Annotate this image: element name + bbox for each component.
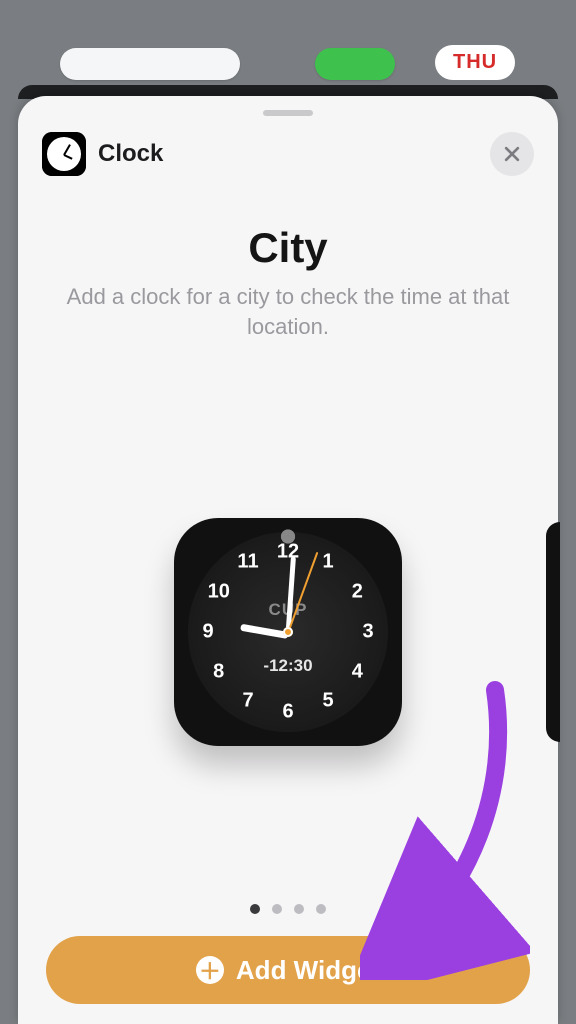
sheet-header: Clock: [18, 116, 558, 184]
home-pill-left: [60, 48, 240, 80]
page-dots[interactable]: [250, 904, 326, 914]
clock-numeral: 6: [274, 700, 302, 723]
clock-numeral: 5: [314, 689, 342, 712]
widget-carousel[interactable]: CUP -12:30 121234567891011: [18, 381, 558, 882]
page-dot[interactable]: [250, 904, 260, 914]
clock-app-icon: [42, 132, 86, 176]
hour-hand: [240, 623, 288, 638]
widget-title: City: [248, 224, 327, 272]
page-dot[interactable]: [294, 904, 304, 914]
clock-hub: [283, 627, 293, 637]
clock-numeral: 1: [314, 551, 342, 574]
clock-numeral: 9: [194, 620, 222, 643]
page-dot[interactable]: [316, 904, 326, 914]
close-icon: [502, 144, 522, 164]
add-widget-label: Add Widget: [236, 955, 380, 986]
widget-gallery-sheet: Clock City Add a clock for a city to che…: [18, 96, 558, 1024]
calendar-badge: THU: [435, 45, 515, 80]
clock-face: CUP -12:30 121234567891011: [188, 532, 388, 732]
clock-numeral: 11: [234, 551, 262, 574]
next-widget-peek[interactable]: [546, 522, 560, 742]
close-button[interactable]: [490, 132, 534, 176]
home-pill-mid: [315, 48, 395, 80]
plus-icon: ＋: [196, 956, 224, 984]
widget-description: Add a clock for a city to check the time…: [18, 272, 558, 341]
clock-numeral: 10: [205, 580, 233, 603]
clock-numeral: 7: [234, 689, 262, 712]
app-name-label: Clock: [98, 140, 163, 168]
clock-numeral: 4: [343, 660, 371, 683]
page-dot[interactable]: [272, 904, 282, 914]
clock-numeral: 8: [205, 660, 233, 683]
add-widget-button[interactable]: ＋ Add Widget: [46, 936, 530, 1004]
widget-preview: CUP -12:30 121234567891011: [174, 518, 402, 746]
clock-numeral: 3: [354, 620, 382, 643]
clock-numeral: 2: [343, 580, 371, 603]
clock-offset: -12:30: [263, 656, 312, 676]
